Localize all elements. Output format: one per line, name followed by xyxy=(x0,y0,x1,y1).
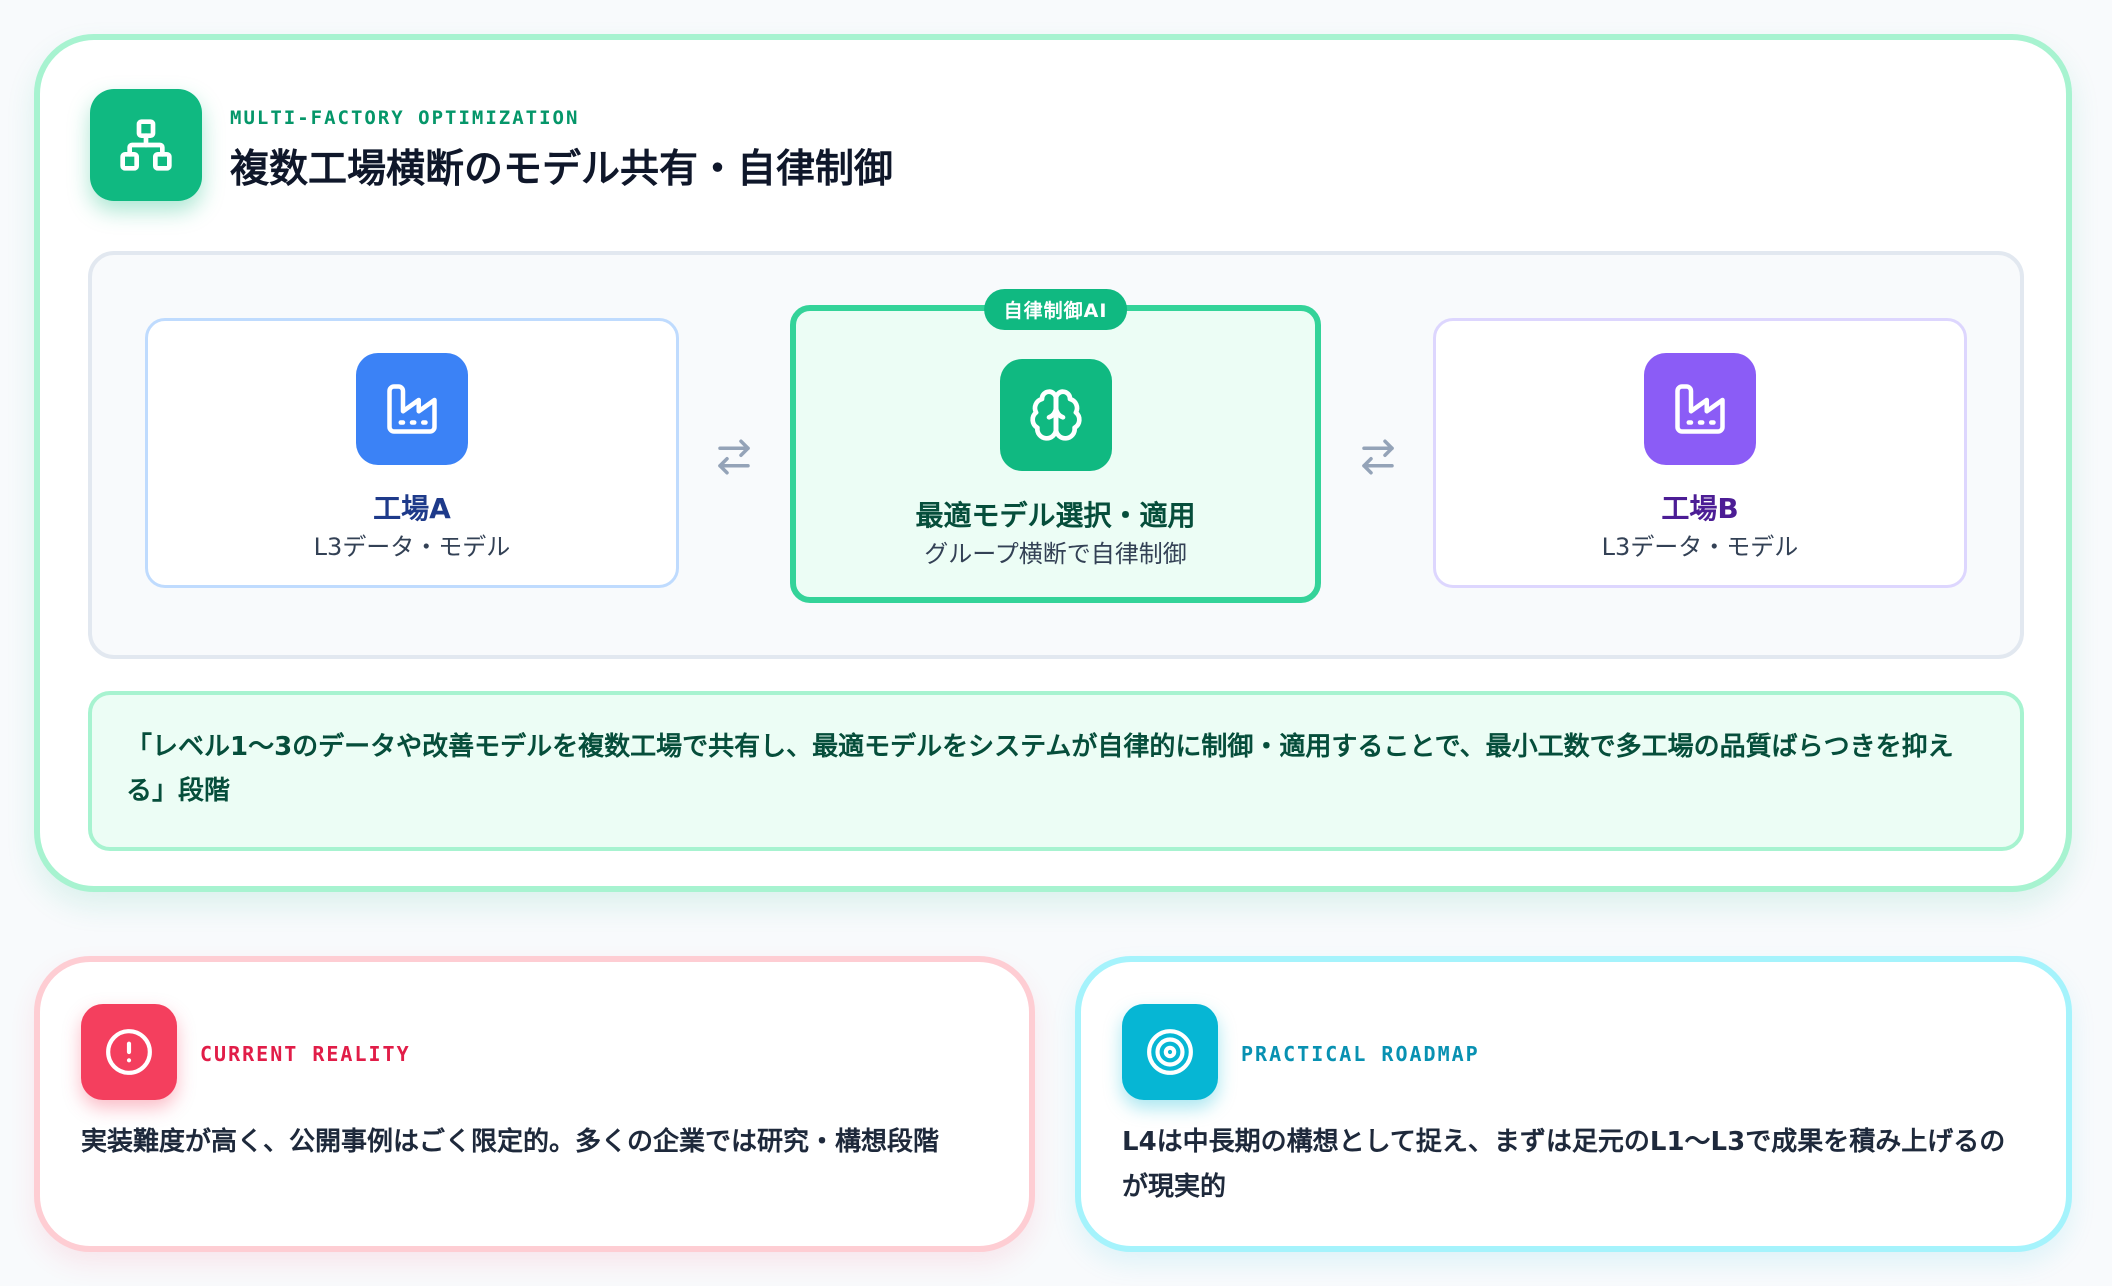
factory-icon xyxy=(356,353,468,465)
section-title: 複数工場横断のモデル共有・自律制御 xyxy=(230,147,894,192)
definition-quote: 「レベル1〜3のデータや改善モデルを複数工場で共有し、最適モデルをシステムが自律… xyxy=(88,691,2024,851)
alert-circle-icon xyxy=(81,1004,177,1100)
brain-icon xyxy=(999,359,1112,471)
factory-b-title: 工場B xyxy=(1661,492,1739,525)
current-reality-card: CURRENT REALITY 実装難度が高く、公開事例はごく限定的。多くの企業… xyxy=(34,956,1035,1252)
diagram-panel: 工場A L3データ・モデル 自律制御AI 最適モデル選択・適用 グループ横断で自… xyxy=(88,251,2024,659)
current-reality-kicker: CURRENT REALITY xyxy=(200,1042,411,1066)
factory-b-node: 工場B L3データ・モデル xyxy=(1433,318,1967,588)
target-icon xyxy=(1122,1004,1218,1100)
ai-control-title: 最適モデル選択・適用 xyxy=(915,499,1196,532)
factory-a-node: 工場A L3データ・モデル xyxy=(145,318,679,588)
multi-factory-card: MULTI-FACTORY OPTIMIZATION 複数工場横断のモデル共有・… xyxy=(34,34,2072,892)
ai-badge: 自律制御AI xyxy=(983,289,1128,330)
factory-icon xyxy=(1644,353,1756,465)
network-icon xyxy=(90,89,202,201)
ai-control-subtitle: グループ横断で自律制御 xyxy=(924,540,1187,568)
factory-a-title: 工場A xyxy=(373,492,451,525)
swap-arrows-icon xyxy=(712,435,756,479)
swap-arrows-icon xyxy=(1356,435,1400,479)
section-kicker: MULTI-FACTORY OPTIMIZATION xyxy=(230,107,580,129)
ai-control-node: 自律制御AI 最適モデル選択・適用 グループ横断で自律制御 xyxy=(790,289,1321,603)
current-reality-text: 実装難度が高く、公開事例はごく限定的。多くの企業では研究・構想段階 xyxy=(81,1127,940,1157)
practical-roadmap-card: PRACTICAL ROADMAP L4は中長期の構想として捉え、まずは足元のL… xyxy=(1075,956,2072,1252)
factory-b-subtitle: L3データ・モデル xyxy=(1601,533,1799,561)
factory-a-subtitle: L3データ・モデル xyxy=(313,533,511,561)
practical-roadmap-text: L4は中長期の構想として捉え、まずは足元のL1〜L3で成果を積み上げるのが現実的 xyxy=(1122,1127,2006,1202)
practical-roadmap-kicker: PRACTICAL ROADMAP xyxy=(1241,1042,1480,1066)
